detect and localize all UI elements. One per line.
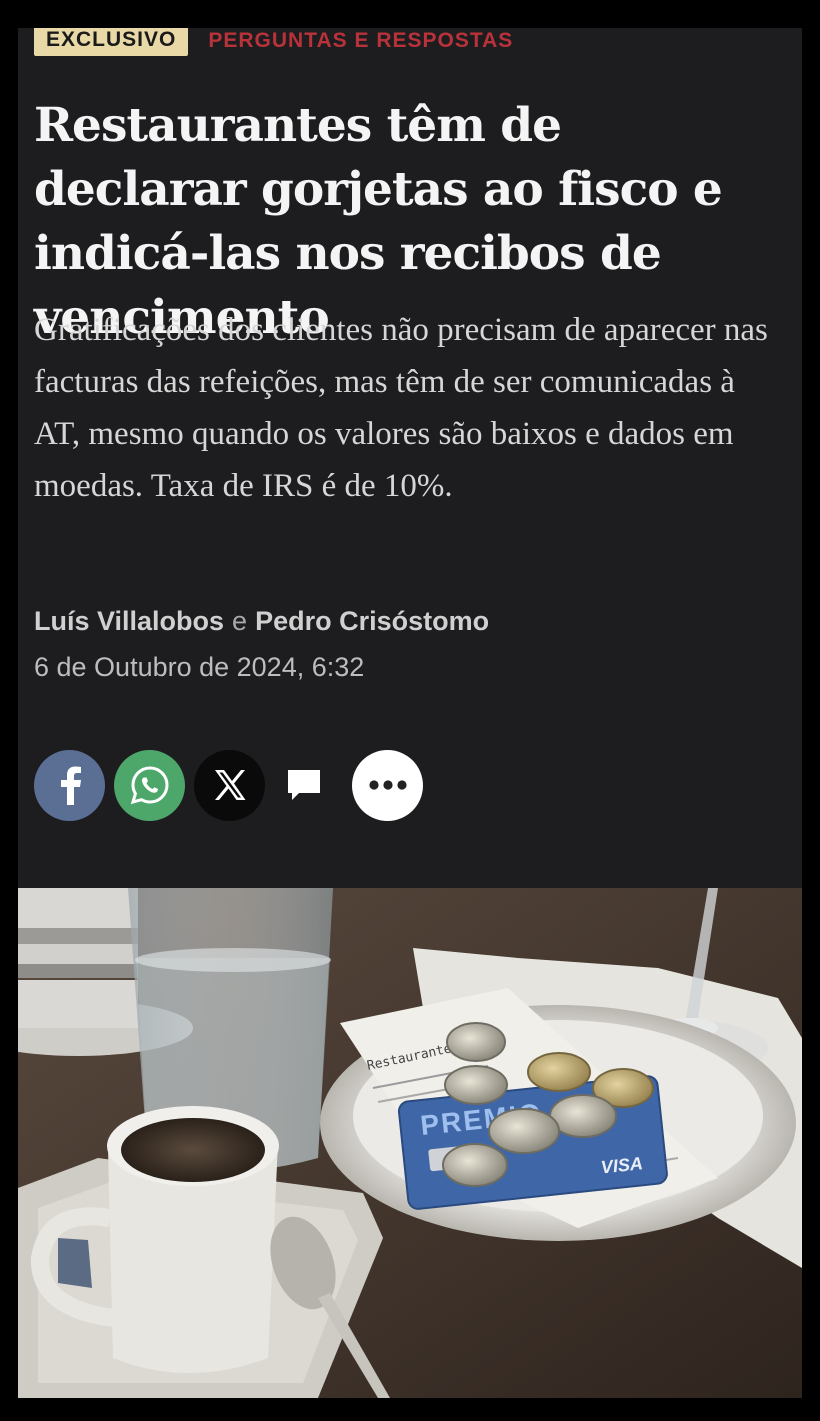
facebook-share-button[interactable] bbox=[34, 749, 105, 821]
facebook-icon bbox=[60, 766, 81, 805]
byline-conjunction: e bbox=[232, 606, 248, 636]
exclusive-badge: EXCLUSIVO bbox=[34, 28, 189, 56]
article-screen: EXCLUSIVO PERGUNTAS E RESPOSTAS Restaura… bbox=[18, 28, 802, 1398]
author-link-1[interactable]: Luís Villalobos bbox=[34, 606, 224, 636]
section-link[interactable]: PERGUNTAS E RESPOSTAS bbox=[208, 29, 513, 53]
whatsapp-icon bbox=[130, 766, 169, 805]
more-options-button[interactable] bbox=[352, 749, 423, 821]
author-link-2[interactable]: Pedro Crisóstomo bbox=[255, 606, 489, 636]
share-bar bbox=[34, 749, 432, 821]
publish-date: 6 de Outubro de 2024, 6:32 bbox=[34, 652, 365, 682]
x-share-button[interactable] bbox=[194, 749, 265, 821]
article-tags: EXCLUSIVO PERGUNTAS E RESPOSTAS bbox=[34, 28, 513, 58]
more-icon bbox=[368, 780, 407, 790]
article-lead: Gratificações dos clientes não precisam … bbox=[34, 312, 768, 504]
byline: Luís Villalobos e Pedro Crisóstomo bbox=[34, 606, 489, 637]
x-icon bbox=[214, 770, 245, 800]
comments-button[interactable] bbox=[274, 750, 334, 821]
comment-icon bbox=[288, 770, 320, 800]
whatsapp-share-button[interactable] bbox=[114, 749, 185, 821]
article-photo[interactable]: Restaurante PREMIO VISA bbox=[18, 888, 802, 1398]
